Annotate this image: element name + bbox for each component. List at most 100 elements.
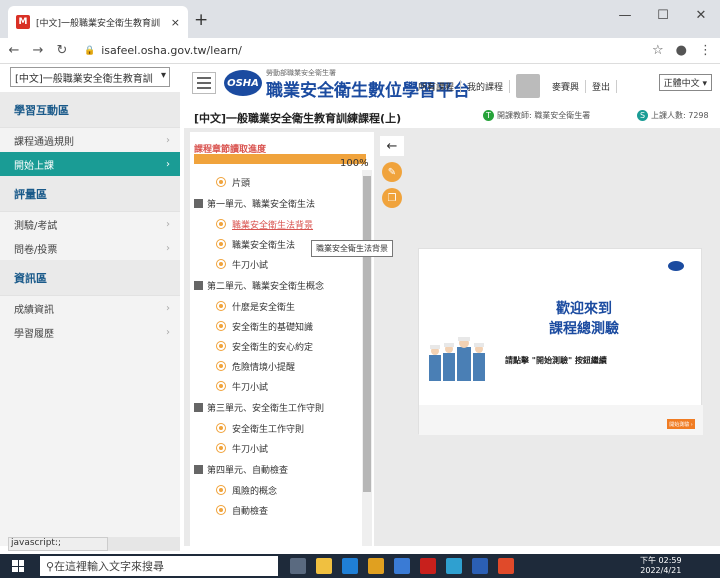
sidebar-item-label: 學習履歷: [14, 328, 54, 340]
chevron-right-icon: ›: [166, 302, 170, 314]
toc-unit[interactable]: 第一單元、職業安全衛生法: [190, 192, 362, 214]
browser-tab[interactable]: M [中文]一般職業安全衛生教育訓 ×: [8, 6, 188, 38]
toc-scrollbar-thumb[interactable]: [363, 176, 371, 492]
address-bar-row: ← → ↻ 🔒 isafeel.osha.gov.tw/learn/ ☆ ● ⋮: [0, 38, 720, 64]
avatar[interactable]: [516, 74, 541, 98]
back-arrow-icon[interactable]: ←: [4, 43, 24, 58]
course-select-value: [中文]一般職業安全衛生教育訓: [15, 74, 153, 85]
taskbar-clock[interactable]: 下午 02:59 2022/4/21: [640, 556, 682, 576]
task-view-icon[interactable]: [290, 558, 306, 574]
profile-icon[interactable]: ●: [676, 43, 687, 58]
mail-icon[interactable]: [394, 558, 410, 574]
username[interactable]: 麥賽興: [546, 79, 587, 93]
toc-lesson[interactable]: 牛刀小試: [190, 376, 362, 396]
workers-illustration-icon: [429, 337, 485, 381]
word-icon[interactable]: [472, 558, 488, 574]
toc-unit[interactable]: 第三單元、安全衛生工作守則: [190, 396, 362, 418]
toc-entry-label: 牛刀小試: [232, 444, 269, 455]
bookmark-star-icon[interactable]: ☆: [652, 43, 664, 58]
new-tab-button[interactable]: +: [194, 10, 208, 30]
toc-entry-label: 第二單元、職業安全衛生概念: [207, 281, 325, 292]
lesson-status-icon: [216, 423, 226, 433]
sidebar: 學習互動區 課程通過規則 › 開始上課 › 評量區 測驗/考試 › 問卷/投票 …: [0, 92, 180, 546]
windows-start-icon[interactable]: [12, 560, 24, 572]
edge-icon[interactable]: [342, 558, 358, 574]
sidebar-item-exams[interactable]: 測驗/考試 ›: [0, 212, 180, 236]
chevron-right-icon: ›: [166, 134, 170, 146]
site-header: OSHA 勞動部職業安全衛生署 職業安全衛生數位學習平台 所有課程 我的課程 麥…: [180, 64, 720, 104]
collapse-arrow-icon[interactable]: ←: [380, 136, 404, 156]
notes-icon[interactable]: ✎: [382, 162, 402, 182]
toc-scrollbar[interactable]: [362, 170, 372, 546]
site-favicon-icon: M: [16, 15, 30, 29]
logout-link[interactable]: 登出: [586, 79, 618, 93]
toc-lesson[interactable]: 自動檢查: [190, 500, 362, 520]
lesson-status-icon: [216, 321, 226, 331]
online-count: S 上課人數: 7298: [637, 110, 709, 121]
sidebar-item-rules[interactable]: 課程通過規則 ›: [0, 128, 180, 152]
close-window-icon[interactable]: ✕: [682, 0, 720, 30]
address-bar-actions: ☆ ● ⋮: [652, 43, 712, 58]
sidebar-item-surveys[interactable]: 問卷/投票 ›: [0, 236, 180, 260]
file-explorer-icon[interactable]: [368, 558, 384, 574]
window-icon[interactable]: ❐: [382, 188, 402, 208]
maximize-icon[interactable]: ☐: [644, 0, 682, 30]
collapse-box-icon[interactable]: [194, 464, 203, 474]
slide-osha-logo: [668, 261, 687, 271]
tab-close-icon[interactable]: ×: [171, 16, 180, 29]
osha-logo[interactable]: OSHA: [224, 70, 262, 96]
toc-lesson[interactable]: 牛刀小試: [190, 438, 362, 458]
store-icon[interactable]: [316, 558, 332, 574]
toc-entry-label: 牛刀小試: [232, 382, 269, 393]
course-select[interactable]: [中文]一般職業安全衛生教育訓 ▾: [10, 67, 170, 87]
sidebar-item-start-class[interactable]: 開始上課 ›: [0, 152, 180, 176]
app-icon[interactable]: [446, 558, 462, 574]
pdf-icon[interactable]: [420, 558, 436, 574]
toc-lesson[interactable]: 片頭: [190, 172, 362, 192]
sidebar-item-history[interactable]: 學習履歷 ›: [0, 320, 180, 344]
forward-arrow-icon[interactable]: →: [28, 43, 48, 58]
toc-lesson[interactable]: 安全衛生的基礎知識: [190, 316, 362, 336]
chrome-icon[interactable]: [498, 558, 514, 574]
toc-unit[interactable]: 第二單元、職業安全衛生概念: [190, 274, 362, 296]
toc-lesson[interactable]: 牛刀小試: [190, 254, 362, 274]
nav-all-courses[interactable]: 所有課程: [412, 79, 462, 93]
instructor-info: T 開課教師: 職業安全衛生署: [483, 110, 590, 121]
chevron-right-icon: ›: [166, 326, 170, 338]
toc-lesson[interactable]: 職業安全衛生法背景: [190, 214, 362, 234]
lock-icon: 🔒: [84, 45, 96, 56]
sidebar-horizontal-scrollbar[interactable]: [108, 537, 180, 551]
taskbar-search-input[interactable]: ⚲ 在這裡輸入文字來搜尋: [40, 556, 278, 576]
hamburger-menu-icon[interactable]: [192, 72, 216, 94]
lesson-status-icon: [216, 177, 226, 187]
toc-lesson[interactable]: 安全衛生工作守則: [190, 418, 362, 438]
clock-time: 下午 02:59: [640, 556, 682, 565]
url-field[interactable]: 🔒 isafeel.osha.gov.tw/learn/: [84, 44, 242, 57]
lesson-status-icon: [216, 259, 226, 269]
nav-my-courses[interactable]: 我的課程: [461, 79, 511, 93]
toc-entry-label: 職業安全衛生法: [232, 240, 296, 251]
language-select[interactable]: 正體中文 ▾: [658, 74, 712, 91]
toc-entry-label: 風險的概念: [232, 486, 278, 497]
lesson-status-icon: [216, 505, 226, 515]
toc-lesson[interactable]: 風險的概念: [190, 480, 362, 500]
slide-heading: 歡迎來到 課程總測驗: [519, 299, 649, 339]
toc-unit[interactable]: 第四單元、自動檢查: [190, 458, 362, 480]
collapse-box-icon[interactable]: [194, 402, 203, 412]
collapse-box-icon[interactable]: [194, 198, 203, 208]
collapse-box-icon[interactable]: [194, 280, 203, 290]
toc-lesson[interactable]: 安全衛生的安心約定: [190, 336, 362, 356]
osha-logo-icon: [668, 261, 684, 271]
sidebar-item-grades[interactable]: 成績資訊 ›: [0, 296, 180, 320]
minimize-icon[interactable]: —: [606, 0, 644, 30]
toc-list: 片頭 第一單元、職業安全衛生法 職業安全衛生法背景 職業安全衛生法 牛刀小試 第二單元、職…: [190, 172, 362, 520]
start-quiz-button[interactable]: 開始測驗 ›: [667, 419, 695, 429]
search-icon: ⚲: [46, 559, 55, 573]
toc-entry-label: 片頭: [232, 178, 251, 189]
toc-lesson[interactable]: 什麼是安全衛生: [190, 296, 362, 316]
toc-entry-label: 危險情境小提醒: [232, 362, 296, 373]
toc-lesson[interactable]: 危險情境小提醒: [190, 356, 362, 376]
lesson-status-icon: [216, 301, 226, 311]
kebab-menu-icon[interactable]: ⋮: [699, 43, 712, 58]
reload-icon[interactable]: ↻: [52, 43, 72, 58]
